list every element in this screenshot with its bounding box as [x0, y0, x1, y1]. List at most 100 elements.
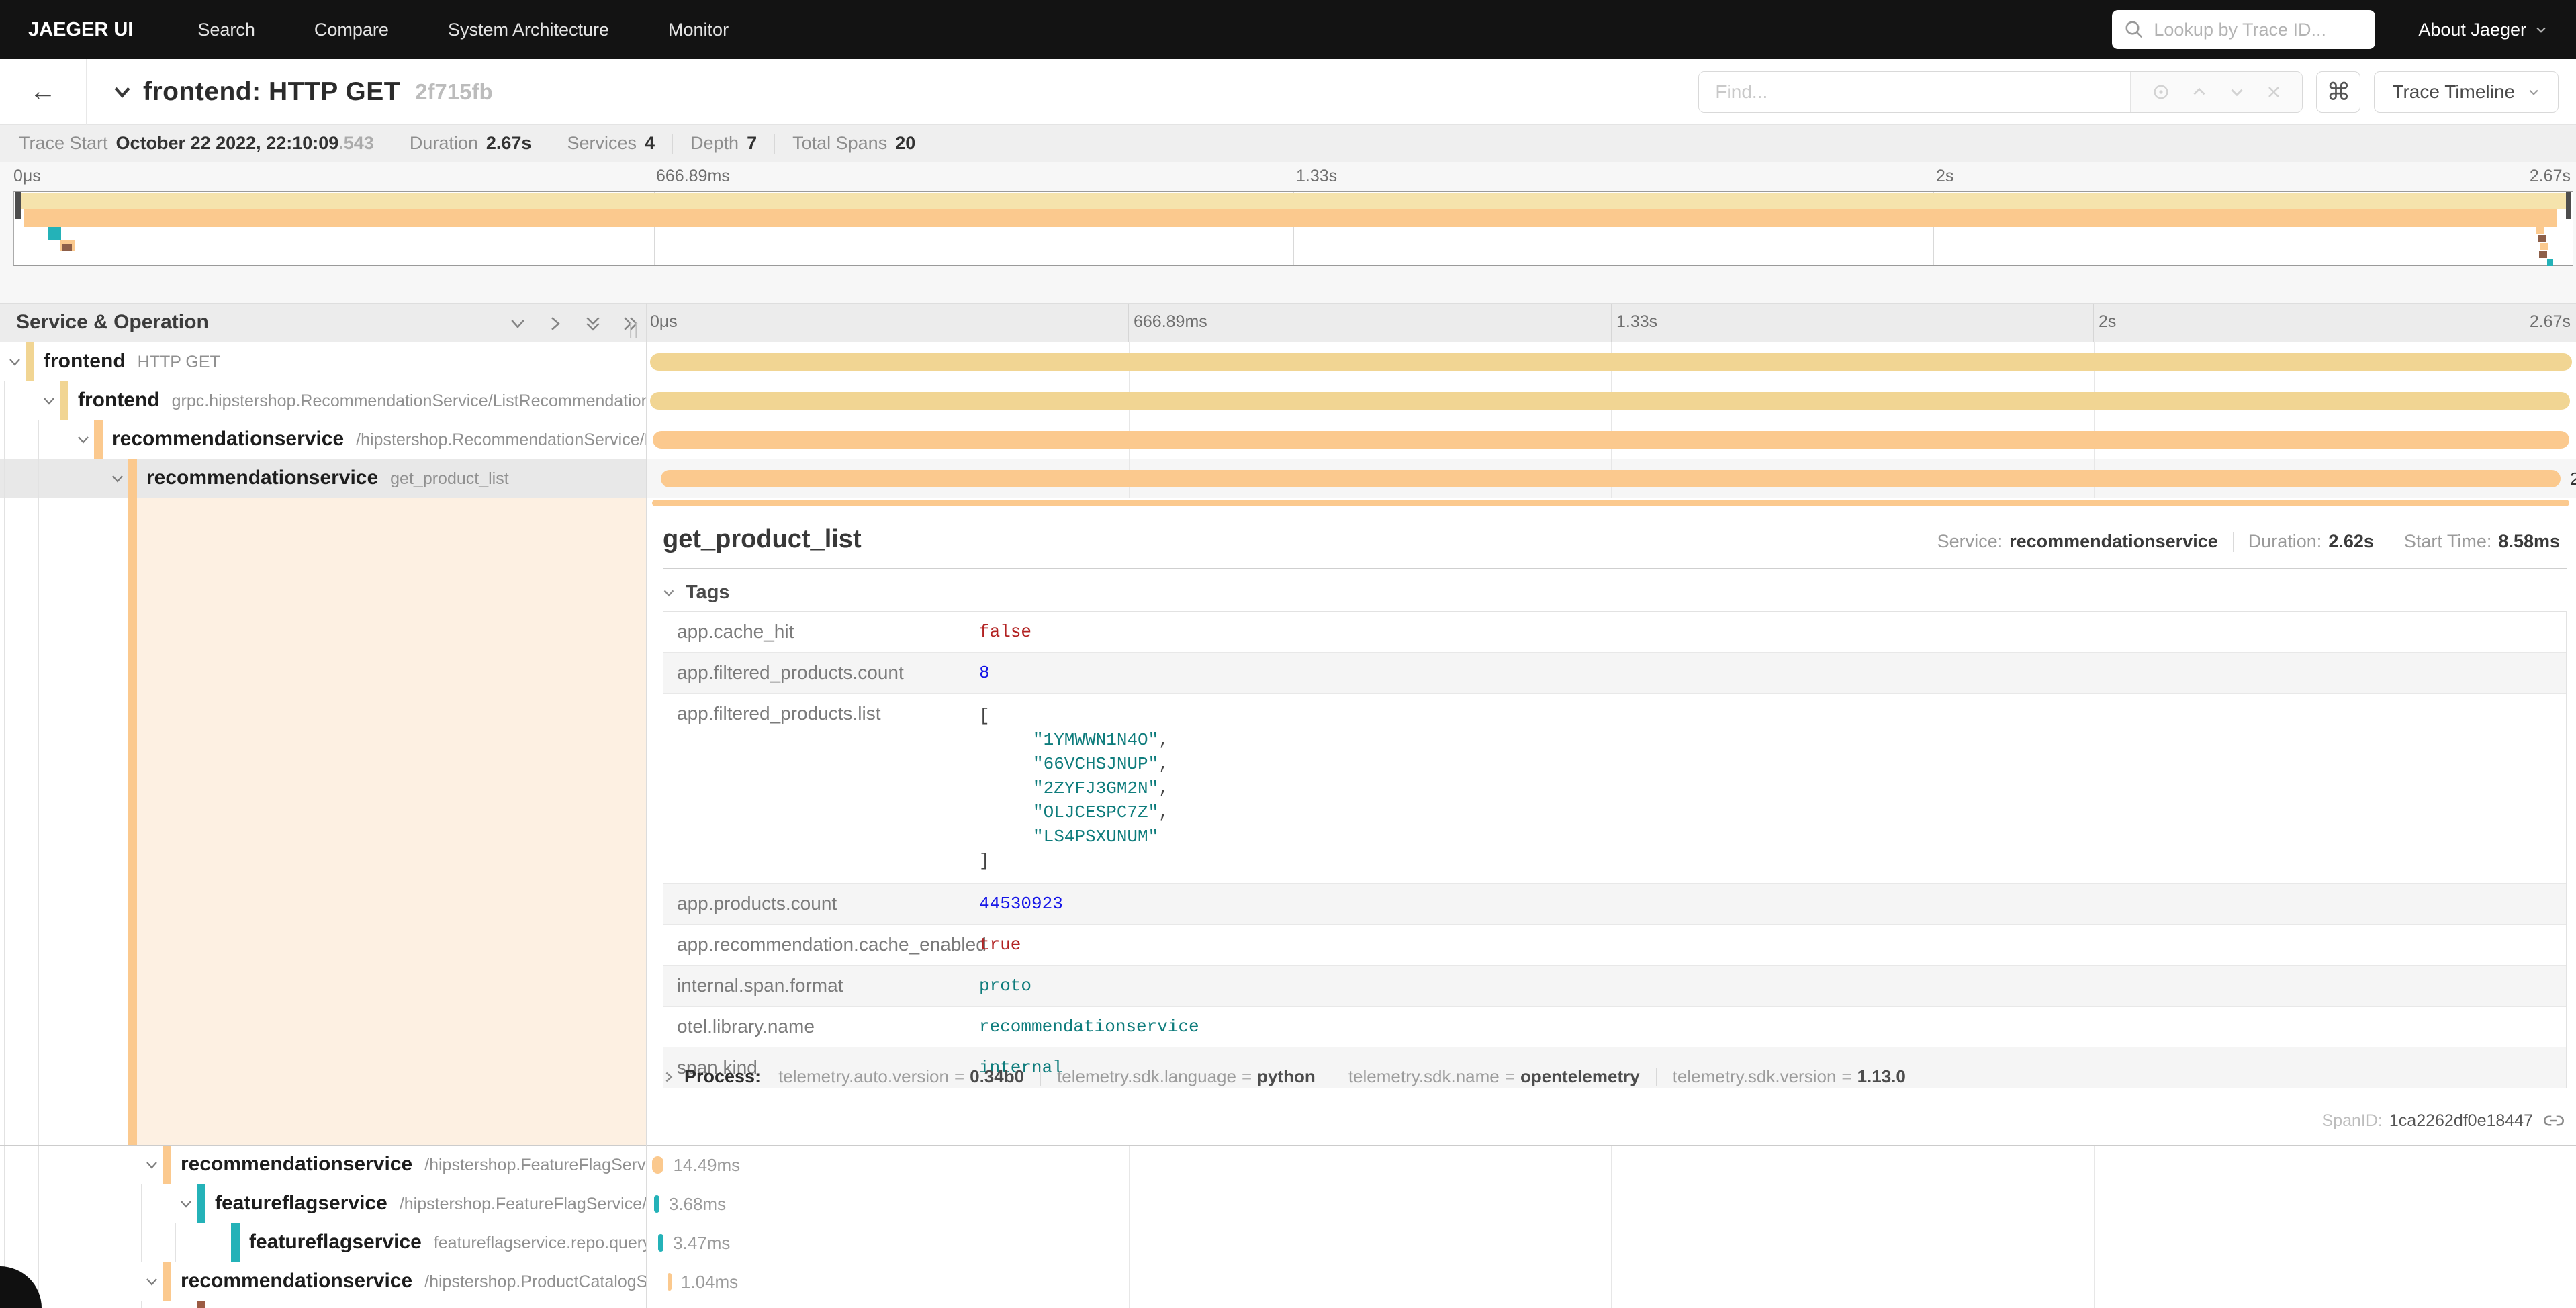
trace-start-label: Trace Start	[19, 133, 108, 154]
span-timeline-cell[interactable]: 2.62s	[646, 459, 2576, 498]
nav-item-monitor[interactable]: Monitor	[668, 19, 729, 40]
operation-name: /hipstershop.RecommendationService/Lis..…	[356, 430, 646, 449]
tag-value: true	[979, 925, 1021, 965]
span-name-cell[interactable]: recommendationservice/hipstershop.Featur…	[0, 1146, 646, 1184]
span-duration-label: 2.62s	[2570, 469, 2576, 489]
span-timeline-cell[interactable]: 3.47ms	[646, 1223, 2576, 1262]
process-row[interactable]: Process: telemetry.auto.version=0.34b0te…	[661, 1066, 1906, 1087]
indent-guide	[38, 459, 39, 498]
about-jaeger-menu[interactable]: About Jaeger	[2418, 19, 2548, 40]
span-duration-bar[interactable]	[654, 1195, 659, 1213]
trace-view-select[interactable]: Trace Timeline	[2374, 71, 2559, 113]
tag-row[interactable]: otel.library.namerecommendationservice	[663, 1007, 2566, 1047]
find-prev-icon[interactable]	[2191, 83, 2208, 101]
span-duration-bar[interactable]	[661, 470, 2561, 487]
span-name-cell[interactable]: frontendHTTP GET	[0, 342, 646, 381]
trace-minimap[interactable]	[13, 191, 2573, 266]
tag-row[interactable]: app.filtered_products.list["1YMWWN1N4O",…	[663, 694, 2566, 884]
locate-icon[interactable]	[2152, 83, 2170, 101]
span-timeline-cell[interactable]: 14.49ms	[646, 1146, 2576, 1184]
span-timeline-cell[interactable]	[646, 342, 2576, 381]
span-duration-bar[interactable]	[658, 1234, 663, 1252]
process-equals: =	[1242, 1066, 1252, 1087]
find-controls	[2130, 72, 2302, 112]
span-row[interactable]	[0, 1301, 2576, 1308]
span-name-cell[interactable]: featureflagservice/hipstershop.FeatureFl…	[0, 1184, 646, 1223]
keyboard-shortcuts-button[interactable]: ⌘	[2316, 71, 2360, 113]
span-duration-bar[interactable]	[653, 431, 2569, 449]
span-name-cell[interactable]: recommendationservice/hipstershop.Produc…	[0, 1262, 646, 1301]
span-row[interactable]: recommendationservice/hipstershop.Produc…	[0, 1262, 2576, 1301]
span-row[interactable]: recommendationservice/hipstershop.Recomm…	[0, 420, 2576, 459]
trace-id-lookup[interactable]	[2112, 10, 2375, 49]
brand-jaeger-ui[interactable]: JAEGER UI	[28, 19, 133, 41]
span-duration-bar[interactable]	[650, 392, 2571, 410]
span-toggle-chevron-icon[interactable]	[7, 354, 23, 373]
span-timeline-cell[interactable]	[646, 420, 2576, 459]
minimap-span-bar	[2540, 243, 2548, 250]
viewport-handle-left[interactable]	[15, 192, 21, 219]
span-timeline-cell[interactable]: 1.04ms	[646, 1262, 2576, 1301]
ruler-gridline	[2093, 304, 2094, 342]
span-toggle-chevron-icon[interactable]	[144, 1157, 160, 1176]
span-duration-bar[interactable]	[650, 353, 2573, 371]
span-name-cell[interactable]: frontendgrpc.hipstershop.RecommendationS…	[0, 381, 646, 420]
span-toggle-chevron-icon[interactable]	[144, 1274, 160, 1293]
minimap-span-bar	[21, 193, 2569, 209]
span-row[interactable]: recommendationserviceget_product_list 2.6…	[0, 459, 2576, 498]
timeline-gridline	[1611, 1146, 1612, 1184]
trace-id-lookup-input[interactable]	[2154, 19, 2363, 40]
span-timeline-cell[interactable]	[646, 1301, 2576, 1308]
expand-one-icon[interactable]	[545, 314, 565, 337]
span-toggle-chevron-icon[interactable]	[178, 1196, 194, 1215]
minimap-tick-label: 0μs	[13, 167, 41, 186]
span-row[interactable]: frontendgrpc.hipstershop.RecommendationS…	[0, 381, 2576, 420]
find-input[interactable]	[1699, 72, 2130, 112]
span-duration-bar[interactable]	[668, 1273, 672, 1291]
tags-section-toggle[interactable]: Tags	[661, 581, 730, 604]
find-next-icon[interactable]	[2228, 83, 2246, 101]
tag-row[interactable]: app.filtered_products.count8	[663, 653, 2566, 694]
nav-item-system-architecture[interactable]: System Architecture	[448, 19, 609, 40]
deep-link-icon[interactable]	[2544, 1111, 2564, 1131]
span-duration-bar[interactable]	[652, 1156, 664, 1174]
timeline-gridline	[1611, 1184, 1612, 1223]
nav-item-search[interactable]: Search	[197, 19, 255, 40]
collapse-one-icon[interactable]	[508, 314, 528, 337]
operation-name: HTTP GET	[138, 353, 220, 371]
span-timeline-cell[interactable]: 3.68ms	[646, 1184, 2576, 1223]
span-toggle-chevron-icon[interactable]	[109, 471, 126, 490]
span-row[interactable]: frontendHTTP GET	[0, 342, 2576, 381]
services-label: Services	[567, 133, 637, 154]
span-row[interactable]: recommendationservice/hipstershop.Featur…	[0, 1146, 2576, 1184]
collapse-trace-chevron-icon[interactable]	[111, 81, 134, 103]
span-name-cell[interactable]	[0, 1301, 646, 1308]
viewport-handle-right[interactable]	[2566, 192, 2571, 219]
operation-name: /hipstershop.ProductCatalogSer...	[424, 1272, 646, 1291]
span-name-cell[interactable]: recommendationservice/hipstershop.Recomm…	[0, 420, 646, 459]
span-name-cell[interactable]: featureflagservicefeatureflagservice.rep…	[0, 1223, 646, 1262]
indent-guide	[4, 381, 5, 420]
tag-row[interactable]: app.cache_hitfalse	[663, 612, 2566, 653]
span-duration-label: 1.04ms	[681, 1272, 738, 1293]
tag-row[interactable]: app.products.count44530923	[663, 884, 2566, 925]
back-arrow-button[interactable]: ←	[0, 77, 86, 107]
span-toggle-chevron-icon[interactable]	[41, 393, 57, 412]
tag-row[interactable]: app.recommendation.cache_enabledtrue	[663, 925, 2566, 966]
service-label: Service:	[1937, 531, 2003, 552]
span-duration-label: 3.47ms	[673, 1233, 730, 1254]
span-toggle-chevron-icon[interactable]	[75, 432, 91, 451]
span-row[interactable]: featureflagservicefeatureflagservice.rep…	[0, 1223, 2576, 1262]
tag-row[interactable]: internal.span.formatproto	[663, 966, 2566, 1007]
service-name: featureflagservice/hipstershop.FeatureFl…	[215, 1192, 646, 1215]
nav-item-compare[interactable]: Compare	[314, 19, 389, 40]
span-row[interactable]: featureflagservice/hipstershop.FeatureFl…	[0, 1184, 2576, 1223]
collapse-all-icon[interactable]	[583, 314, 603, 337]
depth-value: 7	[747, 133, 757, 154]
find-clear-icon[interactable]	[2266, 84, 2282, 100]
span-timeline-cell[interactable]	[646, 381, 2576, 420]
operation-name: featureflagservice.repo.query:fe...	[434, 1233, 646, 1252]
span-name-cell[interactable]: recommendationserviceget_product_list	[0, 459, 646, 498]
tag-value: recommendationservice	[979, 1007, 1199, 1047]
column-resizer[interactable]: ||	[629, 320, 639, 339]
